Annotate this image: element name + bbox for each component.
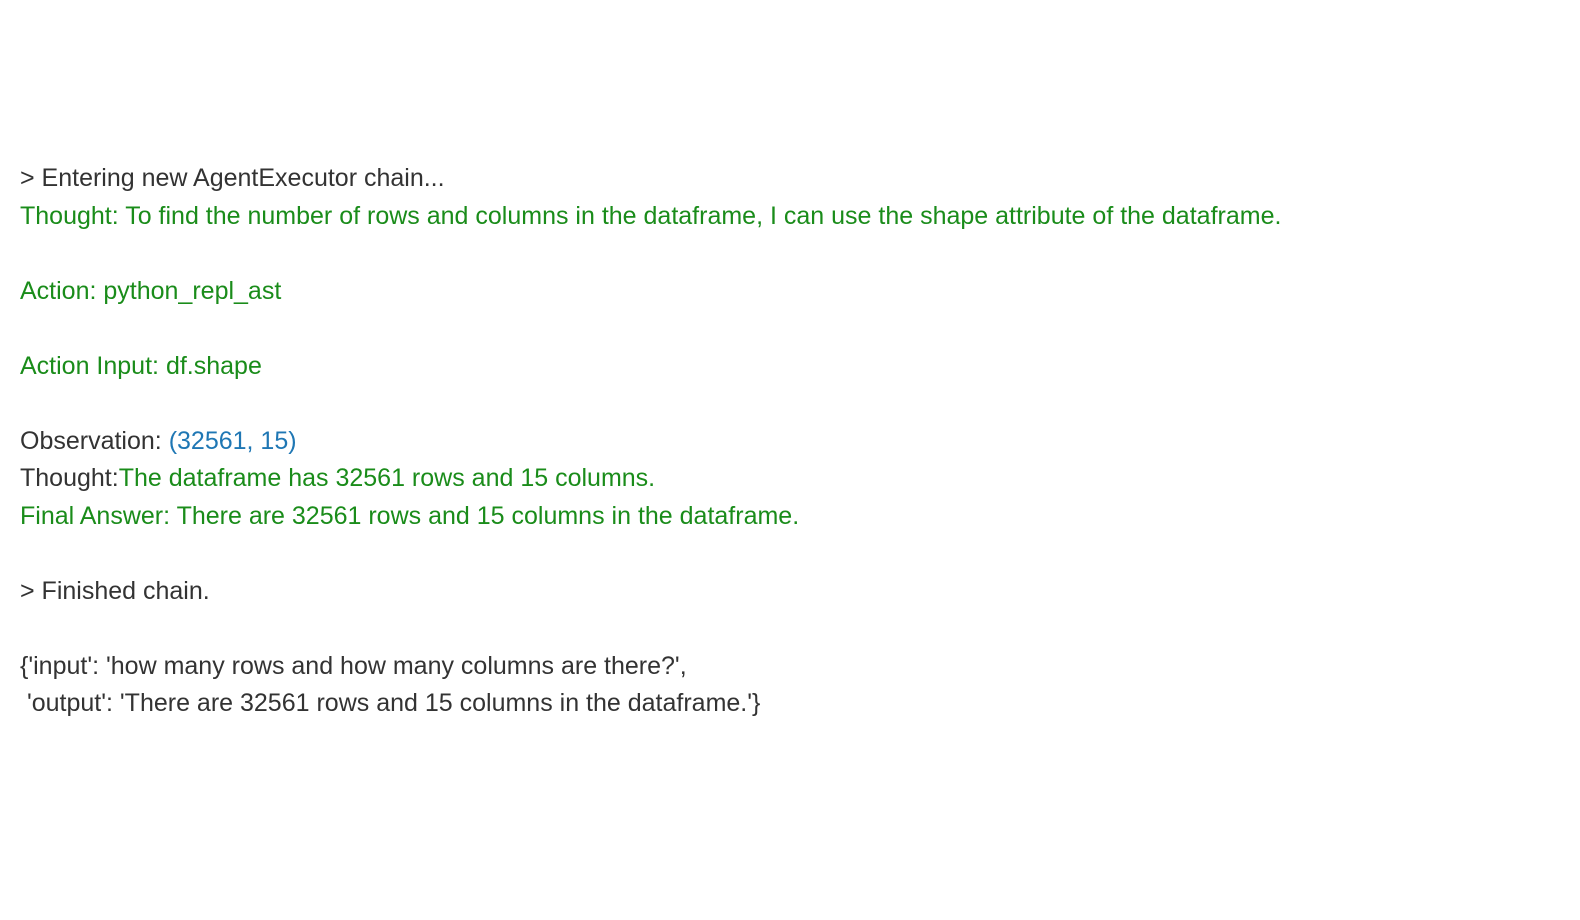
blank-line	[20, 310, 1560, 348]
final-answer-line: Final Answer: There are 32561 rows and 1…	[20, 498, 1560, 536]
thought-text: To find the number of rows and columns i…	[125, 202, 1281, 230]
observation-line: Observation: (32561, 15)	[20, 423, 1560, 461]
result-dict-line-1: {'input': 'how many rows and how many co…	[20, 648, 1560, 686]
blank-line	[20, 235, 1560, 273]
result-line-2: 'output': 'There are 32561 rows and 15 c…	[20, 689, 760, 717]
blank-line	[20, 535, 1560, 573]
observation-label: Observation:	[20, 427, 169, 455]
observation-value: (32561, 15)	[169, 427, 297, 455]
action-value: python_repl_ast	[103, 277, 281, 305]
result-line-1: {'input': 'how many rows and how many co…	[20, 652, 687, 680]
enter-text: Entering new AgentExecutor chain...	[42, 164, 445, 192]
thought2-label: Thought:	[20, 464, 119, 492]
final-text: There are 32561 rows and 15 columns in t…	[177, 502, 800, 530]
finished-chain-line: > Finished chain.	[20, 573, 1560, 611]
result-dict-line-2: 'output': 'There are 32561 rows and 15 c…	[20, 685, 1560, 723]
action-input-value: df.shape	[166, 352, 262, 380]
action-input-line: Action Input: df.shape	[20, 348, 1560, 386]
action-line: Action: python_repl_ast	[20, 273, 1560, 311]
thought2-text: The dataframe has 32561 rows and 15 colu…	[119, 464, 655, 492]
finish-prefix: >	[20, 577, 42, 605]
final-label: Final Answer:	[20, 502, 177, 530]
thought-label: Thought:	[20, 202, 125, 230]
entering-chain-line: > Entering new AgentExecutor chain...	[20, 160, 1560, 198]
finish-text: Finished chain.	[42, 577, 210, 605]
blank-line	[20, 610, 1560, 648]
action-label: Action:	[20, 277, 103, 305]
thought-line-1: Thought: To find the number of rows and …	[20, 198, 1560, 236]
action-input-label: Action Input:	[20, 352, 166, 380]
enter-prefix: >	[20, 164, 42, 192]
blank-line	[20, 385, 1560, 423]
thought-line-2: Thought:The dataframe has 32561 rows and…	[20, 460, 1560, 498]
